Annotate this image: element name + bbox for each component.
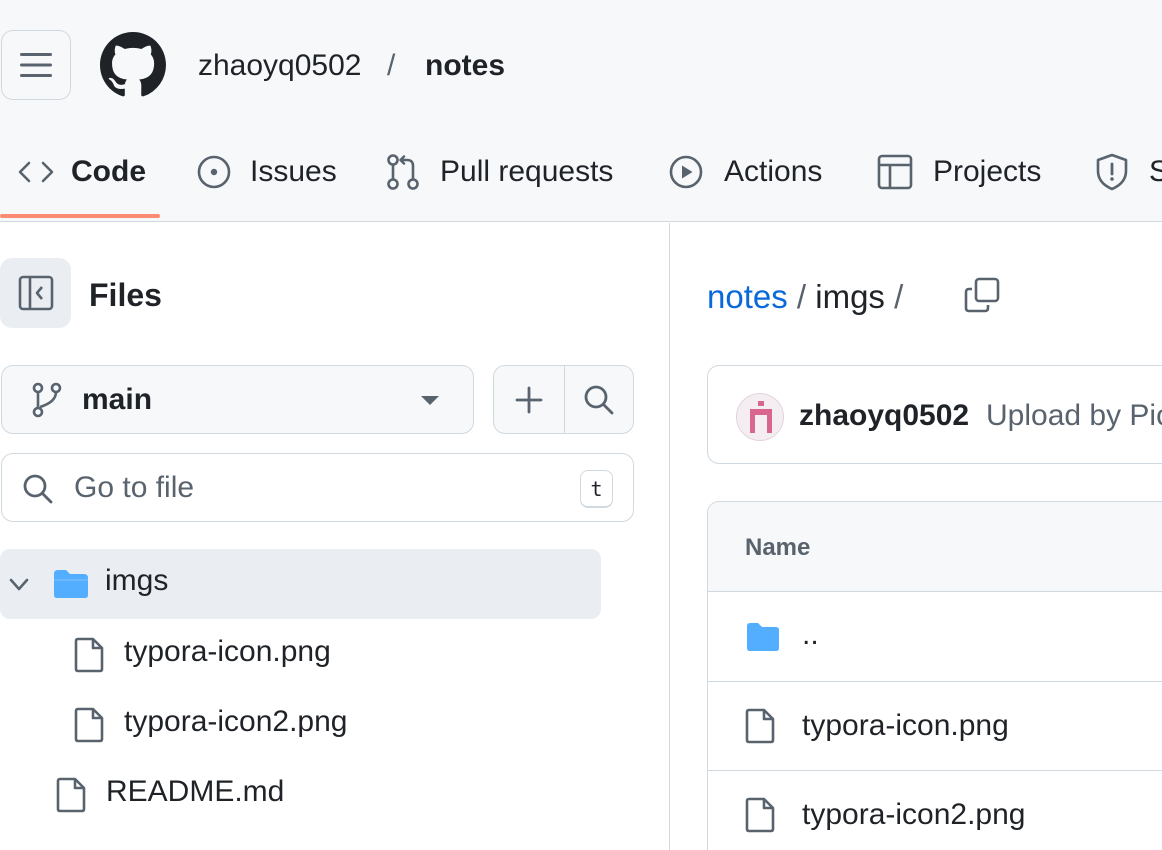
path-current-folder: imgs — [815, 278, 885, 315]
directory-table: Name .. typora-icon.png typora-icon2.png — [707, 501, 1162, 850]
tab-pull-requests[interactable]: Pull requests — [386, 150, 613, 194]
table-header: Name — [708, 502, 1162, 592]
branch-name: main — [82, 383, 153, 416]
tab-label: S — [1149, 155, 1162, 188]
tab-issues[interactable]: Issues — [196, 150, 337, 194]
tree-item-imgs[interactable]: imgs — [0, 549, 601, 619]
tab-label: Code — [71, 155, 146, 188]
tree-item-label: typora-icon2.png — [124, 705, 348, 738]
tree-item-label: imgs — [105, 564, 169, 597]
file-icon — [745, 797, 775, 833]
github-logo-icon[interactable] — [100, 32, 166, 98]
chevron-down-icon — [9, 578, 29, 591]
folder-open-icon — [54, 570, 88, 598]
files-title: Files — [89, 277, 162, 313]
search-icon — [584, 385, 614, 414]
issue-opened-icon — [197, 155, 231, 189]
pull-request-icon — [387, 154, 419, 190]
git-branch-icon — [32, 382, 62, 418]
repo-header: zhaoyq0502 / notes Code Issues Pull requ… — [0, 0, 1162, 222]
caret-down-icon — [421, 396, 439, 405]
play-icon — [669, 155, 703, 189]
tab-label: Issues — [250, 155, 337, 188]
tree-item-typora-icon[interactable]: typora-icon.png — [0, 620, 601, 690]
tab-code[interactable]: Code — [18, 150, 146, 194]
table-row-parent[interactable]: .. — [708, 593, 1162, 682]
sidebar-collapse-icon — [18, 275, 53, 311]
row-label: .. — [802, 618, 819, 651]
file-icon — [56, 777, 86, 813]
file-tree-sidebar: Files main Go to file t imgs typora-icon… — [0, 223, 670, 850]
row-label: typora-icon2.png — [802, 798, 1026, 831]
commit-author-link[interactable]: zhaoyq0502 — [799, 398, 969, 434]
tree-item-label: README.md — [106, 775, 285, 808]
search-icon — [23, 474, 53, 504]
tab-projects[interactable]: Projects — [877, 150, 1041, 194]
tab-label: Projects — [933, 155, 1042, 188]
table-row-typora-icon2[interactable]: typora-icon2.png — [708, 771, 1162, 850]
file-icon — [74, 707, 104, 743]
latest-commit-box: zhaoyq0502 Upload by Pic — [707, 365, 1162, 464]
breadcrumb-separator: / — [387, 49, 396, 82]
copy-path-icon[interactable] — [964, 277, 1000, 313]
file-actions-group — [493, 365, 634, 434]
tab-security[interactable]: S — [1095, 150, 1162, 194]
path-breadcrumb: notes / imgs / — [707, 277, 903, 317]
table-icon — [877, 154, 913, 190]
path-root-link[interactable]: notes — [707, 278, 788, 315]
tab-label: Pull requests — [440, 155, 614, 188]
path-separator: / — [894, 278, 904, 315]
branch-selector[interactable]: main — [1, 365, 474, 434]
repo-name-link[interactable]: notes — [425, 46, 505, 86]
menu-button[interactable] — [1, 30, 71, 100]
hamburger-icon — [20, 53, 52, 77]
tab-label: Actions — [724, 155, 823, 188]
path-separator: / — [796, 278, 807, 315]
main-content: notes / imgs / zhaoyq0502 Upload by Pic … — [671, 223, 1162, 850]
repo-owner-link[interactable]: zhaoyq0502 — [198, 46, 361, 86]
tree-item-readme[interactable]: README.md — [0, 760, 601, 830]
code-icon — [18, 161, 54, 183]
keyboard-shortcut-hint: t — [580, 470, 613, 508]
commit-message-link[interactable]: Upload by Pic — [986, 398, 1162, 434]
shield-icon — [1096, 153, 1128, 191]
column-header-name: Name — [745, 534, 811, 561]
table-row-typora-icon[interactable]: typora-icon.png — [708, 682, 1162, 771]
repo-tabs: Code Issues Pull requests Actions Projec… — [0, 140, 1162, 222]
go-to-file-input[interactable]: Go to file t — [1, 453, 634, 522]
search-placeholder: Go to file — [74, 471, 195, 504]
file-icon — [74, 637, 104, 673]
search-code-button[interactable] — [565, 366, 633, 433]
tree-item-label: typora-icon.png — [124, 635, 331, 668]
avatar[interactable] — [736, 393, 784, 441]
tree-item-typora-icon2[interactable]: typora-icon2.png — [0, 690, 601, 760]
tab-actions[interactable]: Actions — [668, 150, 822, 194]
add-file-button[interactable] — [494, 366, 564, 433]
collapse-sidebar-button[interactable] — [0, 258, 71, 328]
row-label: typora-icon.png — [802, 709, 1009, 742]
plus-icon — [515, 386, 543, 413]
file-icon — [745, 708, 775, 744]
folder-icon — [747, 623, 779, 651]
active-tab-indicator — [0, 214, 160, 218]
